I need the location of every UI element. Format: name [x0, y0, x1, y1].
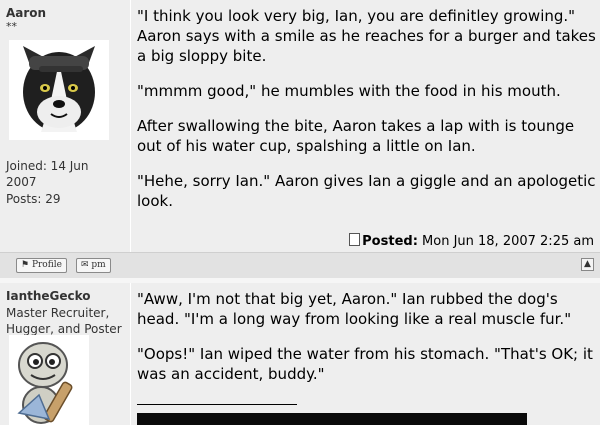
avatar	[9, 335, 89, 425]
profile-button-label: Profile	[31, 260, 62, 270]
posted-date: Mon Jun 18, 2007 2:25 am	[422, 234, 594, 249]
post-paragraph: "mmmm good," he mumbles with the food in…	[137, 82, 561, 100]
post-count: Posts: 29	[6, 192, 61, 206]
post-timestamp: Posted: Mon Jun 18, 2007 2:25 am	[349, 233, 594, 249]
profile-button[interactable]: ⚑ Profile	[16, 258, 67, 273]
post-aaron: Aaron ** Joined: 14 Jun 2007 Posts: 29 "…	[0, 0, 600, 252]
post-paragraph: "Hehe, sorry Ian." Aaron gives Ian a gig…	[137, 172, 596, 210]
user-rank: Master Recruiter, Hugger, and Poster	[6, 306, 122, 336]
profile-icon: ⚑	[21, 260, 30, 270]
signature-image	[137, 413, 527, 425]
pm-button[interactable]: ✉ pm	[76, 258, 111, 273]
gecko-avatar-icon	[9, 335, 89, 425]
post-body: "Aww, I'm not that big yet, Aaron." Ian …	[137, 289, 597, 399]
post-actions-bar: ⚑ Profile ✉ pm ▲	[0, 252, 600, 279]
post-paragraph: After swallowing the bite, Aaron takes a…	[137, 117, 575, 155]
document-icon[interactable]	[349, 233, 361, 246]
dog-avatar-icon	[9, 40, 109, 140]
envelope-icon: ✉	[81, 260, 89, 270]
post-author-name[interactable]: IantheGecko	[6, 289, 91, 303]
post-ianthegecko: IantheGecko Master Recruiter, Hugger, an…	[0, 283, 600, 425]
post-author-name[interactable]: Aaron	[6, 6, 46, 20]
back-to-top-icon[interactable]: ▲	[581, 258, 594, 271]
rank-stars: **	[6, 20, 17, 33]
avatar	[9, 40, 109, 140]
post-paragraph: "Oops!" Ian wiped the water from his sto…	[137, 345, 593, 383]
post-paragraph: "Aww, I'm not that big yet, Aaron." Ian …	[137, 290, 572, 328]
post-body: "I think you look very big, Ian, you are…	[137, 6, 597, 226]
column-divider	[130, 283, 131, 425]
signature-divider	[137, 404, 297, 405]
join-date: Joined: 14 Jun 2007	[6, 159, 89, 189]
column-divider	[130, 0, 131, 252]
posted-label: Posted:	[362, 234, 418, 249]
pm-button-label: pm	[91, 260, 106, 270]
post-paragraph: "I think you look very big, Ian, you are…	[137, 7, 596, 65]
